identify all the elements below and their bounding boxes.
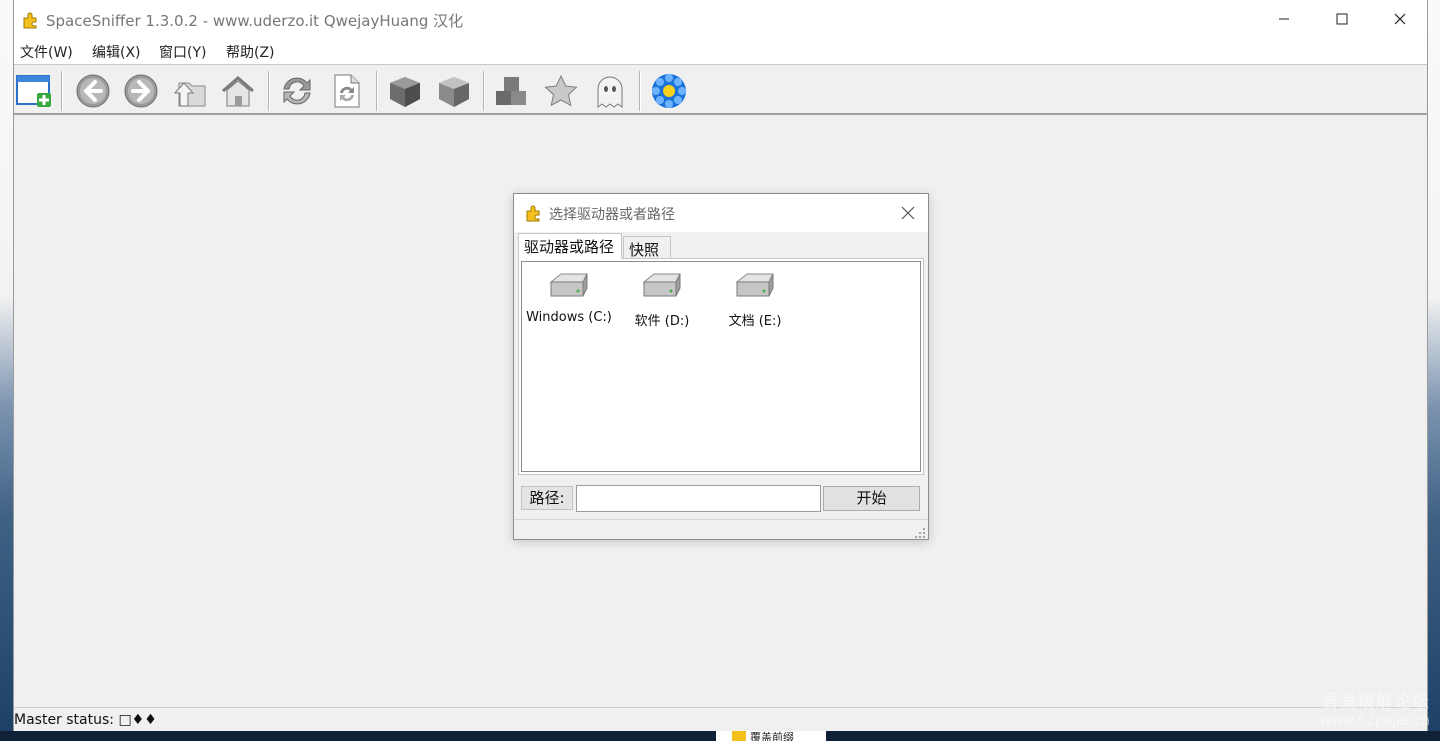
close-button[interactable] bbox=[1371, 0, 1429, 38]
up-folder-icon bbox=[173, 82, 206, 107]
home-icon bbox=[222, 76, 254, 107]
drive-label: 软件 (D:) bbox=[634, 314, 690, 329]
drive-label: 文档 (E:) bbox=[728, 314, 782, 329]
taskbar-peek-text: 覆盖前缀 bbox=[750, 731, 794, 741]
hard-drive-icon bbox=[735, 273, 774, 297]
up-folder-button[interactable] bbox=[170, 71, 210, 111]
refresh-button[interactable] bbox=[277, 71, 317, 111]
blocks-button[interactable] bbox=[492, 71, 532, 111]
app-window: SpaceSniffer 1.3.0.2 - www.uderzo.it Qwe… bbox=[13, 0, 1428, 731]
start-button[interactable]: 开始 bbox=[823, 486, 920, 511]
drive-list[interactable]: Windows (C:) 软件 (D:) 文档 (E:) bbox=[521, 261, 921, 472]
ghost-icon bbox=[597, 76, 623, 108]
puzzle-app-icon bbox=[23, 12, 37, 29]
titlebar[interactable]: SpaceSniffer 1.3.0.2 - www.uderzo.it Qwe… bbox=[14, 0, 1427, 38]
select-drive-dialog: 选择驱动器或者路径 驱动器或路径 快照 Windows (C:) 软件 (D:)… bbox=[513, 193, 929, 540]
watermark: 吾爱破解论坛 www.52pojie.cn bbox=[1320, 692, 1430, 730]
back-arrow-icon bbox=[76, 74, 110, 108]
path-label: 路径: bbox=[521, 486, 573, 510]
minimize-button[interactable] bbox=[1255, 0, 1313, 38]
watermark-line1: 吾爱破解论坛 bbox=[1322, 692, 1430, 712]
minimize-icon bbox=[1279, 18, 1289, 20]
cube-outline-icon bbox=[439, 77, 469, 107]
toolbar-separator bbox=[268, 71, 270, 111]
cube-outline-button[interactable] bbox=[434, 71, 474, 111]
drive-item-c[interactable]: Windows (C:) bbox=[524, 270, 614, 325]
refresh-page-button[interactable] bbox=[326, 71, 366, 111]
cube-button[interactable] bbox=[385, 71, 425, 111]
maximize-button[interactable] bbox=[1313, 0, 1371, 38]
puzzle-app-icon bbox=[526, 205, 540, 222]
master-status: Master status: □♦♦ bbox=[14, 712, 157, 728]
menu-edit[interactable]: 编辑(X) bbox=[92, 42, 141, 62]
blocks-icon bbox=[496, 77, 526, 105]
toolbar bbox=[14, 65, 1427, 115]
dialog-title: 选择驱动器或者路径 bbox=[549, 207, 675, 223]
gear-flower-icon bbox=[652, 74, 686, 108]
dialog-footer bbox=[514, 519, 928, 540]
star-icon bbox=[544, 74, 578, 107]
toolbar-separator bbox=[639, 71, 641, 111]
settings-button[interactable] bbox=[649, 71, 689, 111]
tab-panel: Windows (C:) 软件 (D:) 文档 (E:) bbox=[518, 258, 924, 475]
window-title: SpaceSniffer 1.3.0.2 - www.uderzo.it Qwe… bbox=[46, 12, 464, 30]
dialog-titlebar[interactable]: 选择驱动器或者路径 bbox=[514, 194, 928, 232]
resize-grip-icon[interactable] bbox=[915, 528, 925, 538]
refresh-icon bbox=[283, 77, 311, 105]
maximize-icon bbox=[1336, 13, 1348, 25]
drive-item-e[interactable]: 文档 (E:) bbox=[710, 270, 800, 329]
tab-snapshot[interactable]: 快照 bbox=[623, 236, 671, 259]
toolbar-separator bbox=[376, 71, 378, 111]
favorites-button[interactable] bbox=[541, 71, 581, 111]
menu-file[interactable]: 文件(W) bbox=[20, 42, 73, 62]
close-icon bbox=[901, 206, 915, 220]
new-window-icon bbox=[16, 75, 51, 107]
desktop-right-edge bbox=[1428, 0, 1440, 741]
warning-icon bbox=[732, 731, 746, 741]
taskbar-peek[interactable]: 覆盖前缀 bbox=[716, 731, 826, 741]
toolbar-separator bbox=[483, 71, 485, 111]
menu-window[interactable]: 窗口(Y) bbox=[159, 42, 206, 62]
forward-button[interactable] bbox=[121, 71, 161, 111]
path-input[interactable] bbox=[576, 485, 821, 512]
ghost-button[interactable] bbox=[590, 71, 630, 111]
cube-icon bbox=[390, 77, 420, 107]
hard-drive-icon bbox=[549, 273, 588, 297]
menubar: 文件(W) 编辑(X) 窗口(Y) 帮助(Z) bbox=[14, 38, 1427, 65]
drive-item-d[interactable]: 软件 (D:) bbox=[617, 270, 707, 329]
hard-drive-icon bbox=[642, 273, 681, 297]
drive-label: Windows (C:) bbox=[526, 310, 612, 325]
dialog-close-button[interactable] bbox=[898, 203, 918, 223]
toolbar-separator bbox=[61, 71, 63, 111]
desktop-left-edge bbox=[0, 0, 13, 741]
path-row: 路径: 开始 bbox=[514, 483, 928, 513]
forward-arrow-icon bbox=[124, 74, 158, 108]
tab-drive-or-path[interactable]: 驱动器或路径 bbox=[518, 233, 622, 259]
refresh-page-icon bbox=[334, 74, 360, 108]
back-button[interactable] bbox=[73, 71, 113, 111]
statusbar: Master status: □♦♦ bbox=[14, 707, 1427, 731]
new-window-button[interactable] bbox=[14, 71, 54, 111]
menu-help[interactable]: 帮助(Z) bbox=[226, 42, 275, 62]
close-icon bbox=[1394, 13, 1406, 25]
watermark-line2: www.52pojie.cn bbox=[1319, 713, 1430, 729]
home-button[interactable] bbox=[218, 71, 258, 111]
